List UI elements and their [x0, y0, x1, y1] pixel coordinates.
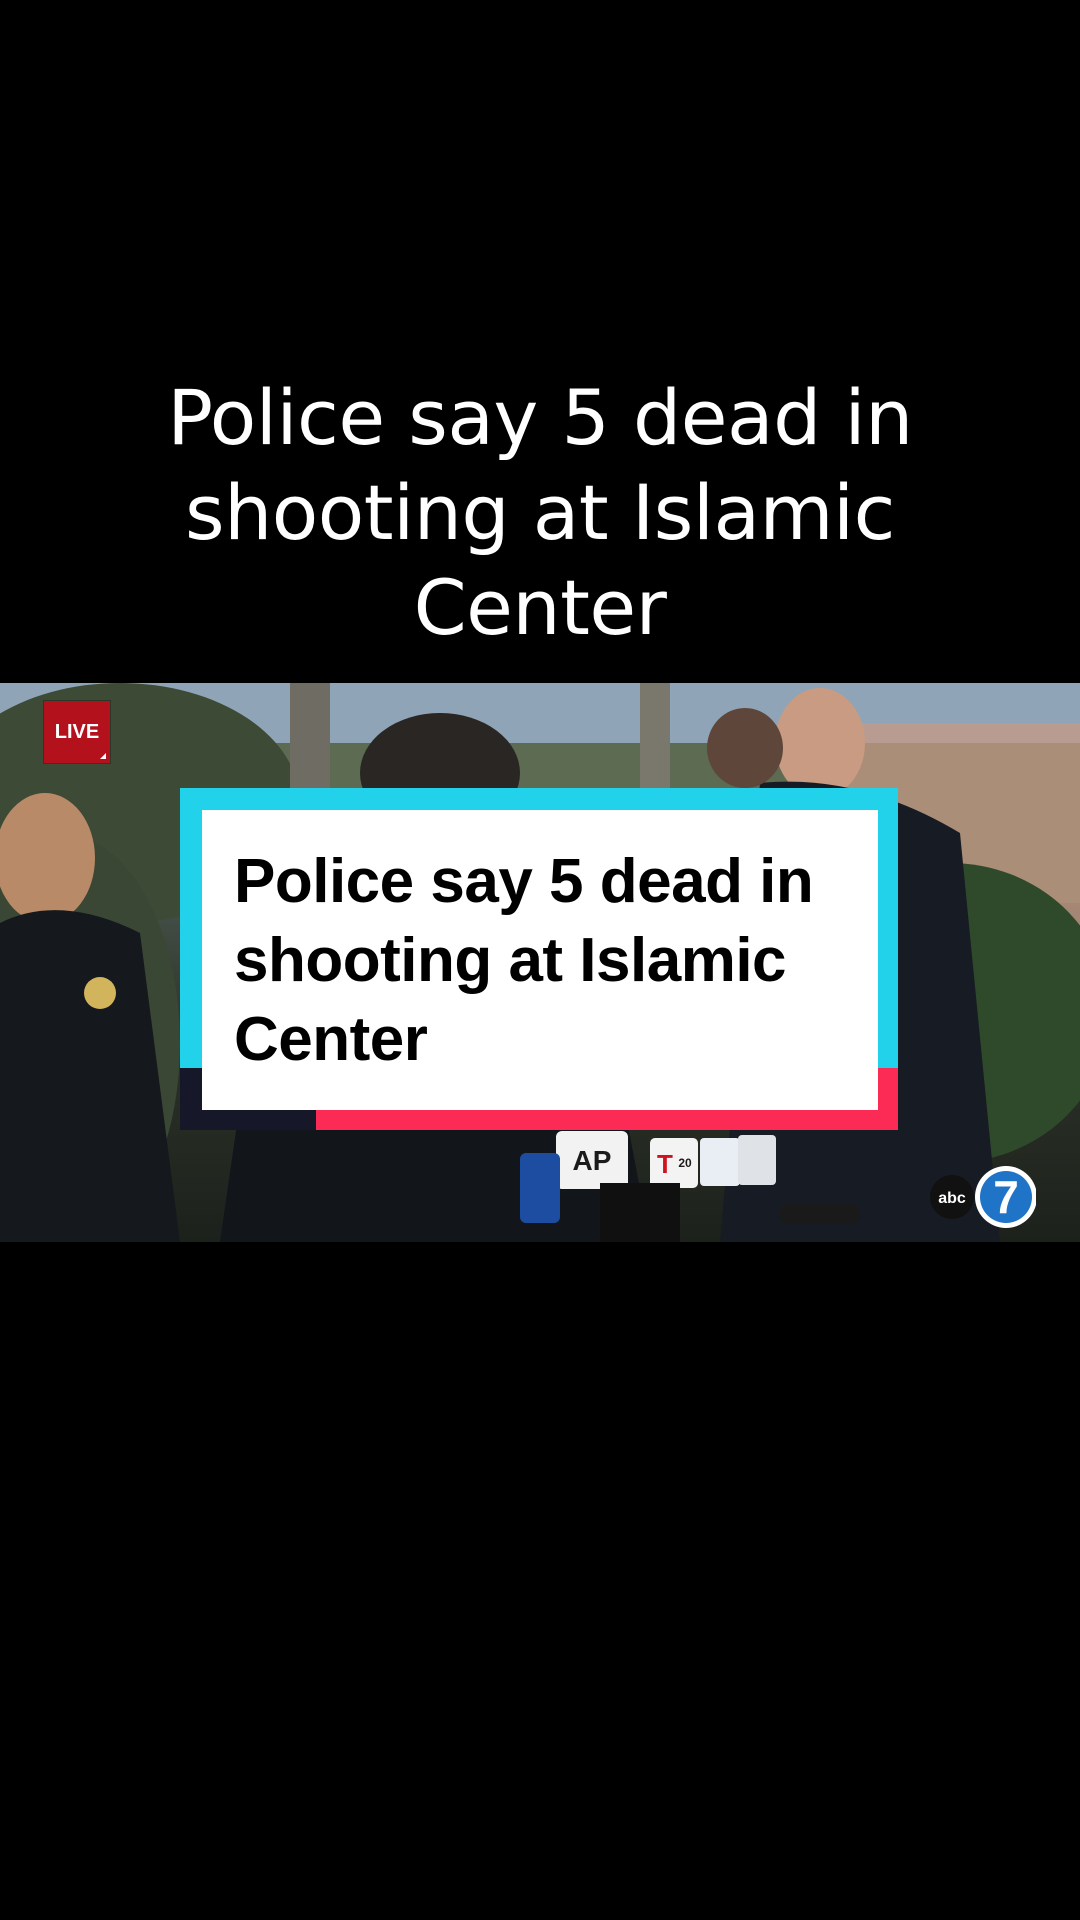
- ap-mic-label: AP: [573, 1145, 612, 1176]
- abc7-logo-icon: 7 abc: [930, 1166, 1036, 1228]
- live-badge: LIVE: [44, 701, 110, 763]
- network-logo-number: 7: [993, 1171, 1019, 1223]
- video-caption-headline: Police say 5 dead in shooting at Islamic…: [167, 373, 913, 652]
- network-logo-text: abc: [938, 1190, 966, 1207]
- caption-card-text: Police say 5 dead in shooting at Islamic…: [234, 847, 814, 1074]
- telemundo-mic-label: T: [657, 1149, 673, 1179]
- channel-mic-label: 20: [678, 1156, 692, 1170]
